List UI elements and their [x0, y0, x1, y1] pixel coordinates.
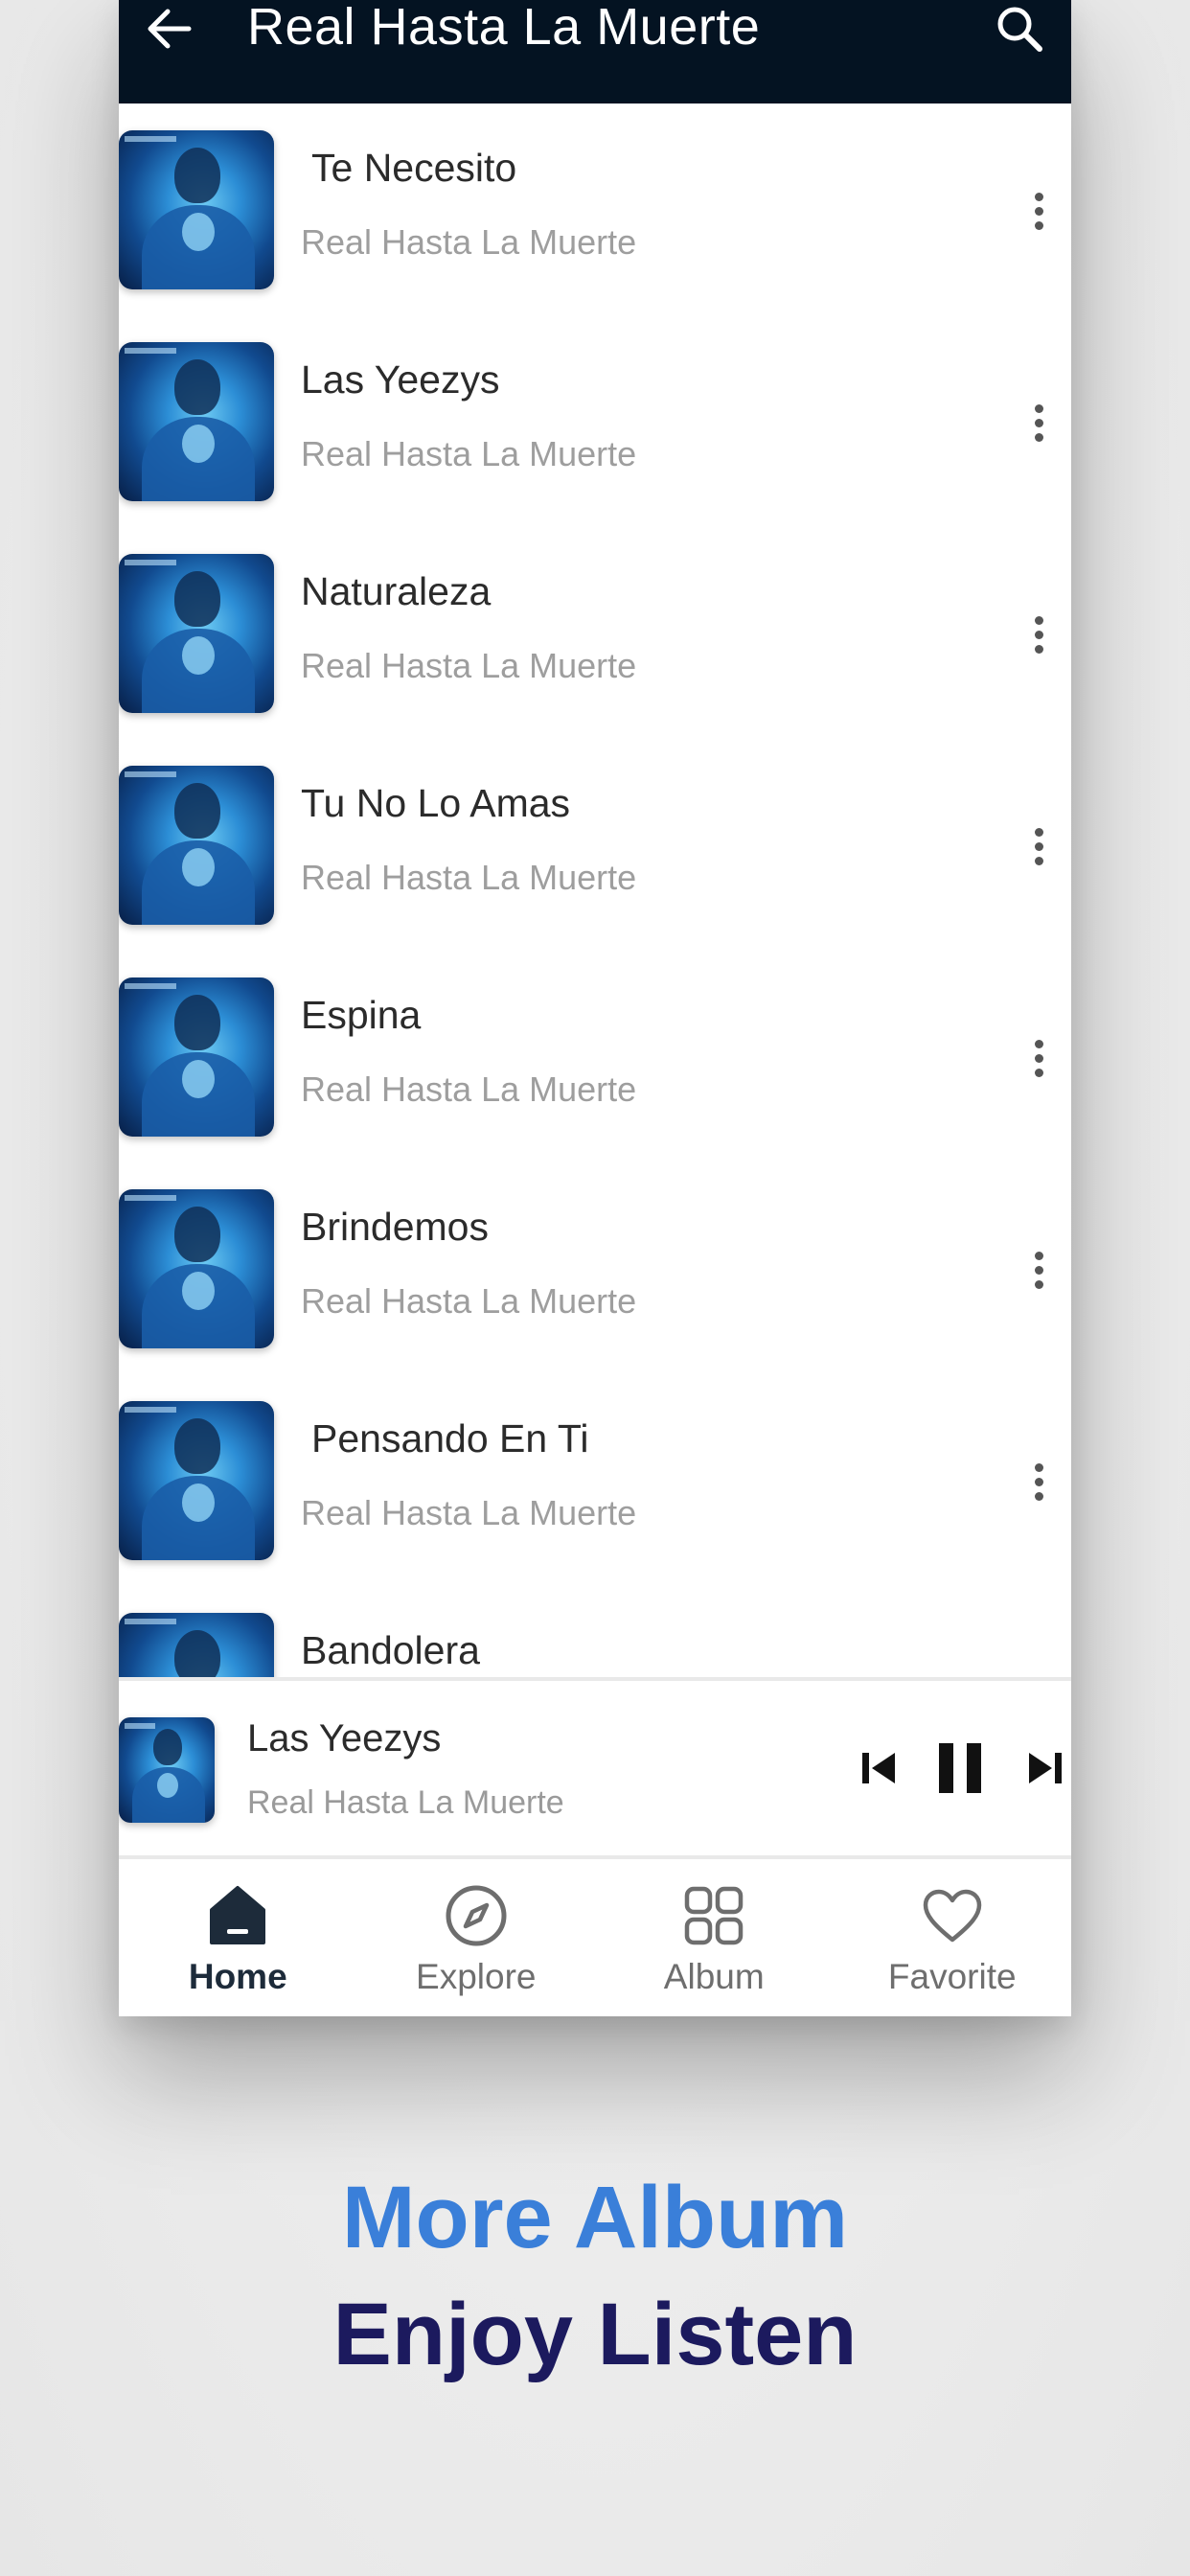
song-title: Naturaleza	[301, 569, 492, 613]
now-playing-title: Las Yeezys	[247, 1717, 442, 1760]
nav-label: Home	[188, 1957, 287, 1996]
album-art	[119, 130, 274, 289]
pause-button[interactable]	[929, 1735, 991, 1802]
song-row[interactable]: Brindemos Real Hasta La Muerte	[119, 1162, 1071, 1374]
album-art	[119, 1613, 274, 1677]
song-row[interactable]: Tu No Lo Amas Real Hasta La Muerte	[119, 739, 1071, 951]
song-row[interactable]: Naturaleza Real Hasta La Muerte	[119, 527, 1071, 739]
next-button[interactable]	[1023, 1735, 1067, 1802]
compass-icon	[446, 1885, 507, 1946]
nav-item-home[interactable]: Home	[119, 1859, 357, 2016]
song-row[interactable]: Pensando En Ti Real Hasta La Muerte	[119, 1374, 1071, 1586]
song-artist: Real Hasta La Muerte	[301, 434, 637, 473]
song-title: Espina	[301, 993, 422, 1037]
more-options-button[interactable]	[1019, 1241, 1058, 1299]
promo-headline: More Album	[341, 2169, 849, 2266]
nav-item-favorite[interactable]: Favorite	[834, 1859, 1072, 2016]
nav-label: Album	[663, 1957, 765, 1996]
mini-player[interactable]: Las Yeezys Real Hasta La Muerte	[119, 1677, 1071, 1859]
album-art	[119, 1189, 274, 1348]
promo-subheadline: Enjoy Listen	[332, 2286, 858, 2383]
more-options-button[interactable]	[1019, 394, 1058, 451]
more-options-button[interactable]	[1019, 1453, 1058, 1510]
song-title: Las Yeezys	[301, 357, 500, 402]
previous-button[interactable]	[855, 1735, 903, 1802]
song-artist: Real Hasta La Muerte	[301, 1493, 637, 1532]
more-vertical-icon	[1034, 1251, 1043, 1260]
song-artist: Real Hasta La Muerte	[301, 222, 637, 262]
more-vertical-icon	[1034, 615, 1043, 625]
page-title: Real Hasta La Muerte	[247, 0, 761, 56]
song-list[interactable]: Te Necesito Real Hasta La Muerte Las Yee…	[119, 104, 1071, 1677]
song-row[interactable]: Bandolera	[119, 1586, 1071, 1677]
top-app-bar: Real Hasta La Muerte	[119, 0, 1071, 104]
search-icon	[997, 7, 1042, 52]
song-row[interactable]: Espina Real Hasta La Muerte	[119, 951, 1071, 1162]
skip-previous-icon	[862, 1753, 895, 1783]
back-button[interactable]	[140, 0, 197, 58]
more-options-button[interactable]	[1019, 606, 1058, 663]
pause-icon	[939, 1743, 981, 1793]
nav-item-explore[interactable]: Explore	[357, 1859, 596, 2016]
song-row[interactable]: Las Yeezys Real Hasta La Muerte	[119, 315, 1071, 527]
album-art	[119, 1401, 274, 1560]
song-row[interactable]: Te Necesito Real Hasta La Muerte	[119, 104, 1071, 315]
song-title: Bandolera	[301, 1628, 480, 1672]
app-screen: Real Hasta La Muerte Te Necesito Real Ha…	[119, 0, 1071, 2016]
search-button[interactable]	[989, 0, 1050, 58]
more-vertical-icon	[1034, 1462, 1043, 1472]
arrow-left-icon	[148, 9, 192, 49]
song-title: Brindemos	[301, 1205, 489, 1249]
more-vertical-icon	[1034, 827, 1043, 837]
album-art	[119, 342, 274, 501]
nav-label: Explore	[416, 1957, 537, 1996]
more-options-button[interactable]	[1019, 1029, 1058, 1087]
album-art	[119, 554, 274, 713]
song-artist: Real Hasta La Muerte	[301, 1281, 637, 1321]
song-artist: Real Hasta La Muerte	[301, 1070, 637, 1109]
heart-icon	[923, 1889, 981, 1943]
song-title: Te Necesito	[311, 146, 517, 190]
album-art	[119, 978, 274, 1137]
more-vertical-icon	[1034, 403, 1043, 413]
nav-item-album[interactable]: Album	[595, 1859, 834, 2016]
album-art	[119, 766, 274, 925]
song-title: Pensando En Ti	[311, 1416, 589, 1460]
now-playing-artist: Real Hasta La Muerte	[247, 1784, 564, 1821]
more-options-button[interactable]	[1019, 182, 1058, 240]
grid-icon	[685, 1886, 744, 1945]
nav-label: Favorite	[887, 1957, 1017, 1996]
song-title: Tu No Lo Amas	[301, 781, 571, 825]
more-vertical-icon	[1034, 1039, 1043, 1048]
more-options-button[interactable]	[1019, 817, 1058, 875]
now-playing-art	[119, 1717, 215, 1823]
more-vertical-icon	[1034, 192, 1043, 201]
skip-next-icon	[1029, 1753, 1062, 1783]
song-artist: Real Hasta La Muerte	[301, 646, 637, 685]
home-icon	[210, 1886, 266, 1944]
bottom-navigation: Home Explore Album Favorite	[119, 1859, 1071, 2016]
song-artist: Real Hasta La Muerte	[301, 858, 637, 897]
